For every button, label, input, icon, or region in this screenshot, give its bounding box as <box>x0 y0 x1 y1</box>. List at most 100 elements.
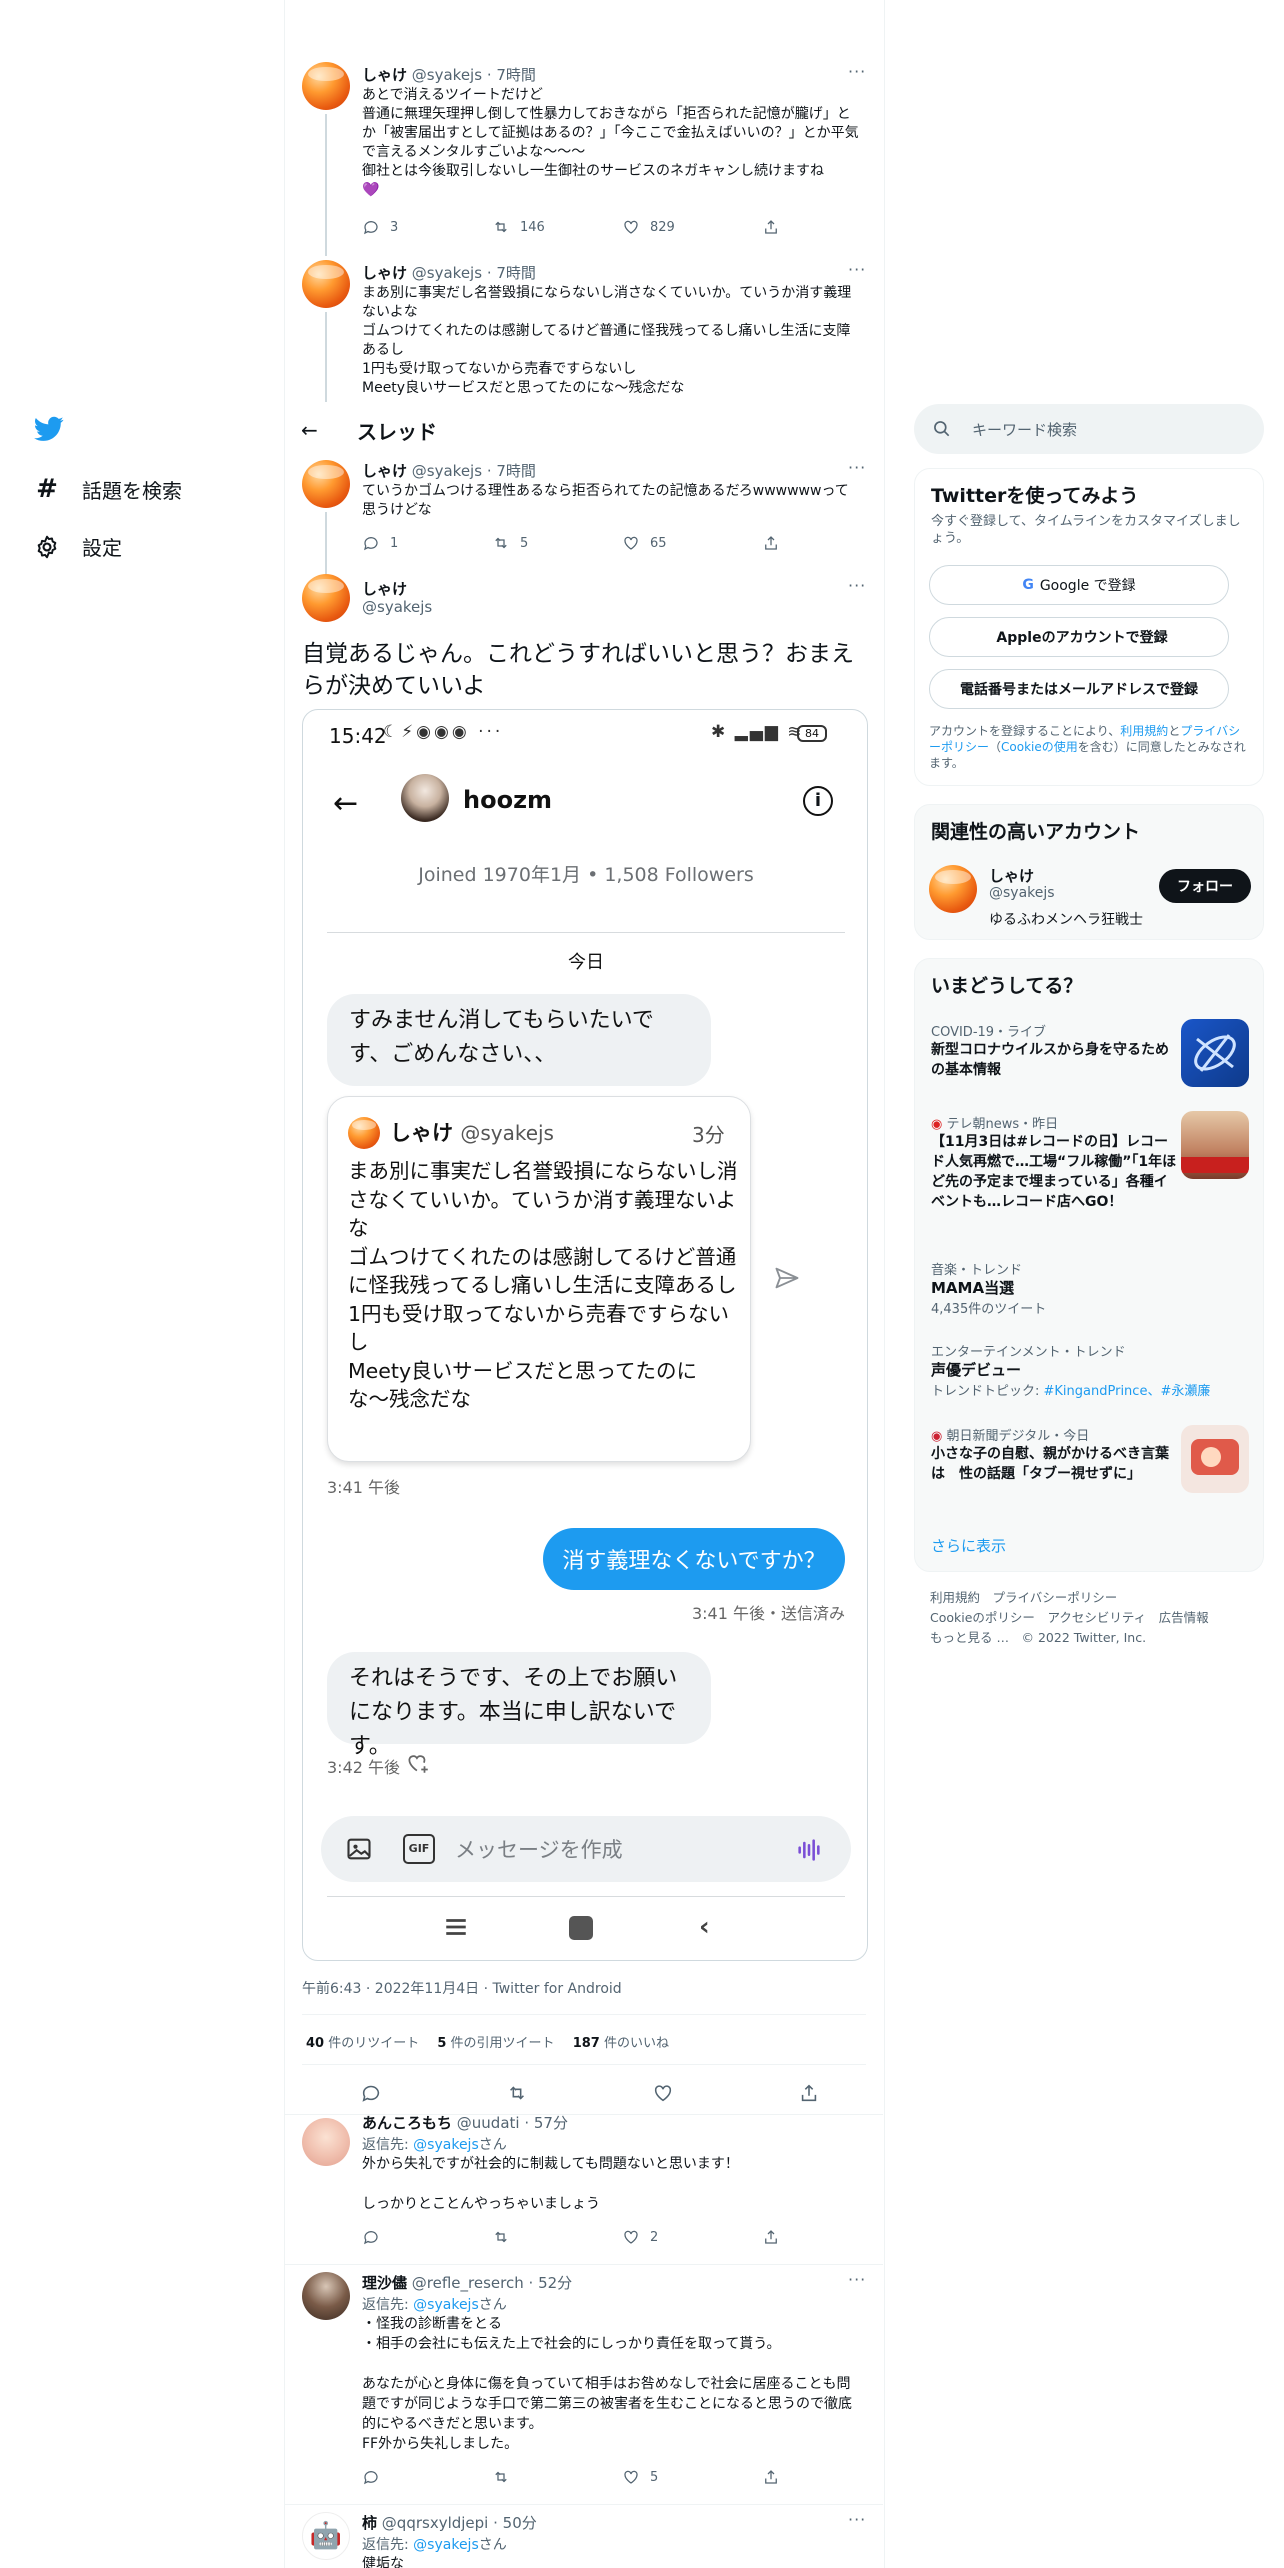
share-button[interactable] <box>762 218 780 236</box>
retweet-button[interactable]: 5 <box>492 534 622 552</box>
like-button[interactable]: 5 <box>622 2468 762 2486</box>
retweet-button[interactable]: 146 <box>492 218 622 236</box>
reply-button[interactable] <box>362 2468 492 2486</box>
reply-to-link[interactable]: @syakejs <box>413 2137 479 2153</box>
phone-signup-button[interactable]: 電話番号またはメールアドレスで登録 <box>929 669 1229 709</box>
share-icon <box>801 2084 817 2102</box>
back-arrow-icon[interactable]: ← <box>333 786 358 821</box>
reply-button[interactable]: 1 <box>362 534 492 552</box>
tweet-time[interactable]: 7時間 <box>496 66 536 84</box>
nav-settings[interactable]: 設定 <box>34 532 122 561</box>
recent-apps-icon[interactable] <box>443 1914 469 1944</box>
more-icon[interactable]: ··· <box>848 62 866 81</box>
image-icon[interactable] <box>345 1835 373 1867</box>
avatar[interactable] <box>302 574 350 622</box>
reply-button[interactable]: 3 <box>362 218 492 236</box>
display-name[interactable]: しゃけ <box>362 578 407 599</box>
reply-to-link[interactable]: @syakejs <box>413 2537 479 2553</box>
more-icon[interactable]: ··· <box>848 2270 866 2289</box>
tweet-time[interactable]: 57分 <box>534 2114 568 2132</box>
tweet-timestamp[interactable]: 午前6:43 · 2022年11月4日 · Twitter for Androi… <box>302 1978 622 1998</box>
user-handle: @refle_reserch <box>411 2274 524 2292</box>
share-button[interactable] <box>762 2228 780 2246</box>
apple-signup-button[interactable]: Appleのアカウントで登録 <box>929 617 1229 657</box>
home-icon[interactable] <box>569 1916 593 1940</box>
follow-button[interactable]: フォロー <box>1159 869 1251 903</box>
avatar[interactable] <box>302 62 350 110</box>
info-icon[interactable]: i <box>803 786 833 816</box>
trend-item[interactable]: COVID-19・ライブ 新型コロナウイルスから身を守るための基本情報 <box>931 1021 1181 1080</box>
like-count[interactable]: 187 件のいいね <box>573 2036 669 2051</box>
footer-link[interactable]: アクセシビリティ <box>1047 1610 1146 1625</box>
tweet-time[interactable]: 7時間 <box>496 264 536 282</box>
message-received[interactable]: すみません消してもらいたいです、ごめんなさい、、 <box>327 994 711 1086</box>
display-name[interactable]: 柿 <box>362 2514 377 2532</box>
more-icon[interactable]: ··· <box>848 260 866 279</box>
display-name[interactable]: 理沙儘 <box>362 2274 407 2292</box>
trend-item[interactable]: エンターテインメント・トレンド 声優デビュー トレンドトピック: #Kingan… <box>931 1341 1251 1399</box>
like-button[interactable]: 2 <box>622 2228 762 2246</box>
reply-button[interactable] <box>362 2228 492 2246</box>
terms-link[interactable]: 利用規約 <box>1120 724 1168 738</box>
reply-button[interactable] <box>360 2082 382 2104</box>
attached-screenshot[interactable]: 15:42 ☾⚡◉◉◉ ··· ✱ ▂▄▆ ≋ 84 ← hoozm i Joi… <box>302 709 868 1961</box>
avatar[interactable] <box>302 460 350 508</box>
more-icon[interactable]: ··· <box>848 576 866 595</box>
like-button[interactable]: 829 <box>622 218 762 236</box>
heart-add-icon[interactable] <box>405 1750 431 1780</box>
tweet-time[interactable]: 50分 <box>503 2514 537 2532</box>
tweet-time[interactable]: 52分 <box>538 2274 572 2292</box>
voice-icon[interactable] <box>795 1836 823 1868</box>
tweet-time[interactable]: 7時間 <box>496 462 536 480</box>
retweet-button[interactable] <box>492 2468 622 2486</box>
cookie-link[interactable]: Cookieの使用 <box>1001 740 1078 754</box>
display-name[interactable]: しゃけ <box>362 264 407 282</box>
share-button[interactable] <box>762 2468 780 2486</box>
share-button[interactable] <box>798 2082 820 2104</box>
footer-link[interactable]: Cookieのポリシー <box>930 1610 1035 1625</box>
shared-tweet-card[interactable]: しゃけ @syakejs 3分 まあ別に事実だし名誉毀損にならないし消さなくてい… <box>327 1096 751 1462</box>
display-name[interactable]: しゃけ <box>362 66 407 84</box>
avatar[interactable] <box>401 774 449 822</box>
compose-bar[interactable]: GIF メッセージを作成 <box>321 1816 851 1882</box>
send-icon[interactable] <box>773 1264 801 1296</box>
avatar[interactable]: 🤖 <box>302 2512 350 2560</box>
footer-link[interactable]: プライバシーポリシー <box>993 1590 1118 1605</box>
avatar[interactable] <box>302 2272 350 2320</box>
message-input[interactable]: メッセージを作成 <box>455 1834 623 1864</box>
footer-link[interactable]: 利用規約 <box>930 1590 980 1605</box>
search-input[interactable]: キーワード検索 <box>972 419 1077 440</box>
trend-item[interactable]: ◉ テレ朝news・昨日 【11月3日は#レコードの日】レコード人気再燃で…工場… <box>931 1113 1181 1212</box>
retweet-button[interactable] <box>492 2228 622 2246</box>
nav-explore[interactable]: # 話題を検索 <box>34 474 182 504</box>
retweet-button[interactable] <box>506 2082 528 2104</box>
back-nav-icon[interactable]: ‹ <box>699 1912 710 1942</box>
trend-item[interactable]: 音楽・トレンド MAMA当選 4,435件のツイート <box>931 1259 1251 1317</box>
share-button[interactable] <box>762 534 780 552</box>
more-icon[interactable]: ··· <box>848 2510 866 2529</box>
quote-count[interactable]: 5 件の引用ツイート <box>437 2036 554 2051</box>
display-name[interactable]: あんころもち <box>362 2114 452 2132</box>
back-arrow-icon[interactable]: ← <box>301 418 318 442</box>
show-more-link[interactable]: さらに表示 <box>931 1535 1006 1556</box>
twitter-logo-icon[interactable] <box>34 414 64 444</box>
display-name[interactable]: しゃけ <box>362 462 407 480</box>
gif-icon[interactable]: GIF <box>403 1834 435 1864</box>
message-received[interactable]: それはそうです、その上でお願いになります。本当に申し訳ないです。 <box>327 1652 711 1759</box>
trend-topic-link[interactable]: #KingandPrince、#永瀬廉 <box>1044 1384 1211 1399</box>
search-bar[interactable]: キーワード検索 <box>914 404 1264 454</box>
retweet-count[interactable]: 40 件のリツイート <box>306 2036 419 2051</box>
like-button[interactable] <box>652 2082 674 2104</box>
avatar[interactable] <box>302 260 350 308</box>
like-button[interactable]: 65 <box>622 534 762 552</box>
message-sent[interactable]: 消す義理なくないですか？ <box>543 1528 845 1590</box>
reply-to-link[interactable]: @syakejs <box>413 2297 479 2313</box>
more-icon[interactable]: ··· <box>848 458 866 477</box>
footer-link[interactable]: 広告情報 <box>1159 1610 1209 1625</box>
related-name[interactable]: しゃけ <box>989 865 1034 886</box>
trend-item[interactable]: ◉ 朝日新聞デジタル・今日 小さな子の自慰、親がかけるべき言葉は 性の話題「タブ… <box>931 1425 1181 1484</box>
google-signup-button[interactable]: G Google で登録 <box>929 565 1229 605</box>
footer-link[interactable]: もっと見る … <box>930 1630 1009 1645</box>
avatar[interactable] <box>302 2118 350 2166</box>
avatar[interactable] <box>929 865 977 913</box>
